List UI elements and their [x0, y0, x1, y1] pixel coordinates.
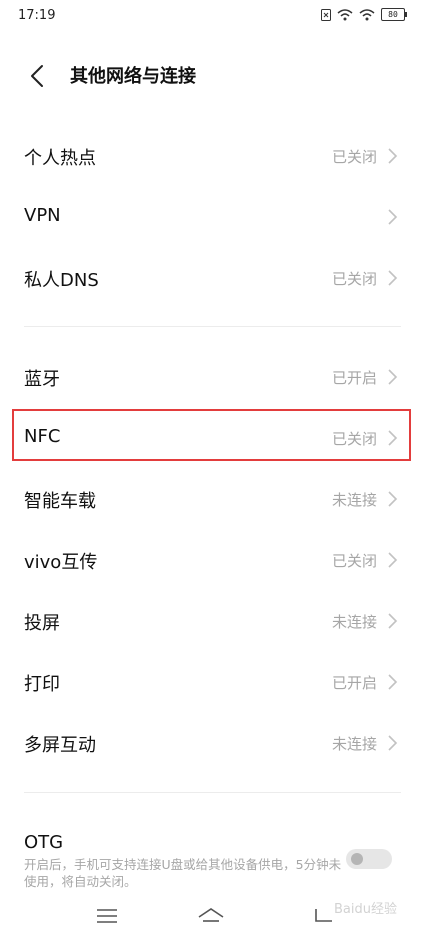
row-car[interactable]: 智能车载 未连接 — [0, 469, 425, 530]
divider — [24, 792, 401, 793]
row-value: 未连接 — [331, 613, 377, 631]
row-print[interactable]: 打印 已开启 — [0, 652, 425, 713]
chevron-right-icon — [388, 270, 398, 286]
back-arrow-icon[interactable] — [24, 62, 52, 90]
chevron-right-icon — [388, 209, 398, 225]
row-label: 智能车载 — [24, 491, 96, 512]
row-label: VPN — [24, 205, 61, 226]
status-icons: 80 — [321, 8, 407, 21]
row-private-dns[interactable]: 私人DNS 已关闭 — [0, 248, 425, 309]
row-hotspot[interactable]: 个人热点 已关闭 — [0, 126, 425, 187]
otg-toggle[interactable] — [346, 849, 392, 869]
row-value: 未连接 — [331, 735, 377, 753]
row-vpn[interactable]: VPN — [0, 187, 425, 248]
header: 其他网络与连接 — [0, 48, 425, 104]
wifi-icon — [359, 8, 375, 20]
status-bar: 17:19 80 — [0, 0, 425, 34]
row-value: 已开启 — [331, 369, 377, 387]
chevron-right-icon — [388, 148, 398, 164]
otg-description: 开启后，手机可支持连接U盘或给其他设备供电，5分钟未使用，将自动关闭。 — [24, 857, 342, 889]
divider — [24, 326, 401, 327]
otg-label: OTG — [24, 832, 64, 853]
row-bluetooth[interactable]: 蓝牙 已开启 — [0, 347, 425, 408]
page-title: 其他网络与连接 — [70, 66, 196, 87]
row-label: 蓝牙 — [24, 369, 60, 390]
row-value: 已开启 — [331, 674, 377, 692]
chevron-right-icon — [388, 369, 398, 385]
sim-icon — [321, 8, 331, 21]
row-label: 打印 — [24, 674, 60, 695]
row-value: 已关闭 — [331, 552, 377, 570]
chevron-right-icon — [388, 674, 398, 690]
row-label: 个人热点 — [24, 148, 96, 169]
status-time: 17:19 — [18, 8, 56, 23]
toggle-knob — [351, 853, 363, 865]
highlight-box — [12, 409, 411, 461]
battery-icon: 80 — [381, 8, 407, 21]
row-value: 已关闭 — [331, 270, 377, 288]
chevron-right-icon — [388, 491, 398, 507]
row-label: 投屏 — [24, 613, 60, 634]
watermark: Baidu经验 — [334, 902, 397, 917]
row-value: 未连接 — [331, 491, 377, 509]
row-value: 已关闭 — [331, 148, 377, 166]
row-cast[interactable]: 投屏 未连接 — [0, 591, 425, 652]
chevron-right-icon — [388, 613, 398, 629]
row-label: 多屏互动 — [24, 735, 96, 756]
home-icon[interactable] — [196, 903, 226, 929]
chevron-right-icon — [388, 552, 398, 568]
row-vivo-share[interactable]: vivo互传 已关闭 — [0, 530, 425, 591]
menu-icon[interactable] — [92, 903, 122, 929]
chevron-right-icon — [388, 735, 398, 751]
battery-level: 80 — [388, 10, 398, 19]
row-label: 私人DNS — [24, 270, 99, 291]
signal-icon — [337, 8, 353, 20]
row-label: vivo互传 — [24, 552, 98, 573]
row-multiscreen[interactable]: 多屏互动 未连接 — [0, 713, 425, 774]
